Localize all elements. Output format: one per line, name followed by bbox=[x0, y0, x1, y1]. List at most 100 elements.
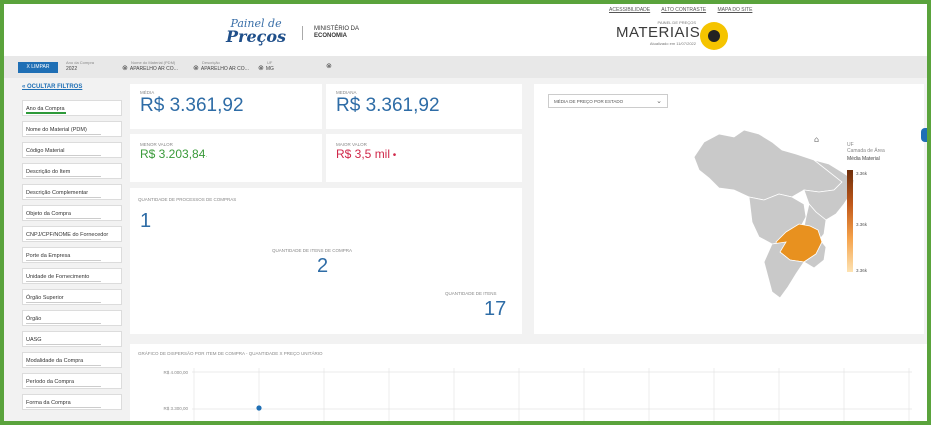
filter-label: CNPJ/CPF/NOME do Fornecedor bbox=[26, 232, 109, 238]
filter-item-fornecedor[interactable]: CNPJ/CPF/NOME do Fornecedor bbox=[22, 226, 122, 242]
filter-chip-uf: UF ⊗ MG bbox=[258, 60, 274, 72]
filter-label: Órgão Superior bbox=[26, 295, 64, 301]
filter-label: Descrição Complementar bbox=[26, 190, 89, 196]
processos-label: QUANTIDADE DE PROCESSOS DE COMPRAS bbox=[138, 197, 237, 202]
materials-icon[interactable] bbox=[700, 22, 728, 50]
mediana-value: R$ 3.361,92 bbox=[336, 95, 440, 116]
filter-label: Órgão bbox=[26, 316, 42, 322]
filter-chip-material: Nome do Material (PDM) ⊗ APARELHO AR CO..… bbox=[122, 60, 178, 72]
filter-item-descricao-item[interactable]: Descrição do Item bbox=[22, 163, 122, 179]
panel-title: MATERIAIS bbox=[616, 24, 701, 41]
filter-chip-description: Descrição ⊗ APARELHO AR CO... bbox=[193, 60, 249, 72]
updated-date: Atualizado em 11/07/2022 bbox=[649, 41, 696, 46]
header: Painel de Preços MINISTÉRIO DA ECONOMIA … bbox=[4, 4, 927, 56]
filter-item-orgao-superior[interactable]: Órgão Superior bbox=[22, 289, 122, 305]
filter-item-objeto-compra[interactable]: Objeto da Compra bbox=[22, 205, 122, 221]
painel-de-precos-logo[interactable]: Painel de Preços bbox=[226, 18, 286, 45]
filter-item-descricao-complementar[interactable]: Descrição Complementar bbox=[22, 184, 122, 200]
ministry-line-2: ECONOMIA bbox=[314, 33, 347, 39]
hide-filters-label: OCULTAR FILTROS bbox=[27, 84, 83, 90]
filter-label: Unidade de Fornecimento bbox=[26, 274, 90, 280]
filters-sidebar: « OCULTAR FILTROS Ano da Compra Nome do … bbox=[22, 84, 122, 415]
legend-min: 3.36k bbox=[856, 268, 868, 273]
add-filter-icon[interactable]: ⊗ bbox=[326, 63, 334, 70]
y-tick-label: R$ 4.000,00 bbox=[163, 370, 188, 375]
vertical-grid bbox=[193, 368, 910, 421]
down-arrow-icon: · bbox=[205, 154, 208, 160]
logo-divider bbox=[302, 26, 303, 40]
filter-label: Forma da Compra bbox=[26, 400, 71, 406]
app-frame: Painel de Preços MINISTÉRIO DA ECONOMIA … bbox=[4, 4, 927, 421]
itens-value: 17 bbox=[484, 298, 507, 320]
legend-metric: Média Material bbox=[847, 156, 880, 162]
processos-value: 1 bbox=[140, 210, 152, 232]
filter-label: Código Material bbox=[26, 148, 65, 154]
remove-chip-icon[interactable]: ⊗ bbox=[122, 65, 128, 72]
hide-filters-link[interactable]: « OCULTAR FILTROS bbox=[22, 84, 122, 94]
chip-value: APARELHO AR CO... bbox=[129, 66, 178, 72]
filter-label: Período da Compra bbox=[26, 379, 74, 385]
up-arrow-icon: • bbox=[390, 150, 397, 161]
brazil-map[interactable]: ⌂ bbox=[664, 112, 864, 312]
itens-compra-label: QUANTIDADE DE ITENS DE COMPRA bbox=[272, 248, 353, 253]
chevron-down-icon: ⌄ bbox=[656, 98, 662, 105]
chip-value: APARELHO AR CO... bbox=[200, 66, 249, 72]
link-high-contrast[interactable]: ALTO CONTRASTE bbox=[661, 7, 706, 13]
scatter-title: GRÁFICO DE DISPERSÃO POR ITEM DE COMPRA … bbox=[138, 351, 323, 356]
menor-valor-value: R$ 3.203,84 bbox=[140, 147, 206, 161]
filter-label: Porte da Empresa bbox=[26, 253, 71, 259]
ministry-line-1: MINISTÉRIO DA bbox=[314, 26, 360, 32]
maior-valor-value: R$ 3,5 mil bbox=[336, 147, 391, 161]
itens-compra-value: 2 bbox=[317, 255, 329, 277]
legend-max: 3.36k bbox=[856, 171, 868, 176]
itens-label: QUANTIDADE DE ITENS bbox=[445, 291, 497, 296]
logo-line-2: Preços bbox=[226, 27, 287, 46]
link-accessibility[interactable]: ACESSIBILIDADE bbox=[609, 7, 650, 13]
card-menor-valor: MENOR VALOR R$ 3.203,84· bbox=[130, 134, 322, 182]
active-filters-bar: X LIMPAR Ano da Compra 2022 Nome do Mate… bbox=[4, 56, 927, 78]
filter-item-modalidade[interactable]: Modalidade da Compra bbox=[22, 352, 122, 368]
side-panel-toggle[interactable] bbox=[921, 128, 927, 142]
filter-item-ano-da-compra[interactable]: Ano da Compra bbox=[22, 100, 122, 116]
legend-layer: Camada de Área bbox=[847, 148, 885, 154]
filter-item-codigo-material[interactable]: Código Material bbox=[22, 142, 122, 158]
legend-gradient bbox=[847, 170, 853, 272]
legend-mid: 3.36k bbox=[856, 222, 868, 227]
filter-item-nome-material[interactable]: Nome do Material (PDM) bbox=[22, 121, 122, 137]
filter-item-forma[interactable]: Forma da Compra bbox=[22, 394, 122, 410]
filter-label: Nome do Material (PDM) bbox=[26, 127, 87, 133]
card-mediana: MEDIANA R$ 3.361,92 bbox=[326, 84, 522, 129]
card-map: MÉDIA DE PREÇO POR ESTADO ⌄ ⌂ UF Camada … bbox=[534, 84, 924, 334]
card-maior-valor: MAIOR VALOR R$ 3,5 mil • bbox=[326, 134, 522, 182]
map-metric-dropdown[interactable]: MÉDIA DE PREÇO POR ESTADO ⌄ bbox=[548, 94, 668, 108]
y-tick-label: R$ 3.300,00 bbox=[163, 406, 188, 411]
dropdown-label: MÉDIA DE PREÇO POR ESTADO bbox=[554, 99, 624, 104]
filter-item-orgao[interactable]: Órgão bbox=[22, 310, 122, 326]
filter-label: Objeto da Compra bbox=[26, 211, 71, 217]
link-site-map[interactable]: MAPA DO SITE bbox=[717, 7, 752, 13]
remove-chip-icon[interactable]: ⊗ bbox=[258, 65, 264, 72]
filter-chip-year: Ano da Compra 2022 bbox=[66, 60, 94, 72]
ministry-label: MINISTÉRIO DA ECONOMIA bbox=[314, 26, 359, 40]
chip-value: MG bbox=[265, 66, 274, 72]
card-media: MÉDIA R$ 3.361,92 bbox=[130, 84, 322, 129]
filter-label: Modalidade da Compra bbox=[26, 358, 84, 364]
clear-filters-button[interactable]: X LIMPAR bbox=[18, 62, 58, 73]
chip-value: 2022 bbox=[66, 66, 78, 72]
media-value: R$ 3.361,92 bbox=[140, 95, 244, 116]
scatter-point[interactable] bbox=[256, 405, 262, 411]
scatter-plot[interactable] bbox=[192, 368, 912, 421]
filter-item-uasg[interactable]: UASG bbox=[22, 331, 122, 347]
map-legend: UF Camada de Área Média Material bbox=[847, 142, 885, 162]
remove-chip-icon[interactable]: ⊗ bbox=[193, 65, 199, 72]
home-icon[interactable]: ⌂ bbox=[814, 135, 819, 144]
filter-item-periodo[interactable]: Período da Compra bbox=[22, 373, 122, 389]
panel-name: PAINEL DE PREÇOS MATERIAIS Atualizado em… bbox=[616, 20, 701, 46]
top-links: ACESSIBILIDADE ALTO CONTRASTE MAPA DO SI… bbox=[609, 7, 762, 13]
filter-label: UASG bbox=[26, 337, 42, 343]
filter-label: Descrição do Item bbox=[26, 169, 71, 175]
filter-item-unidade-fornecimento[interactable]: Unidade de Fornecimento bbox=[22, 268, 122, 284]
filter-item-porte-empresa[interactable]: Porte da Empresa bbox=[22, 247, 122, 263]
card-quantidades: QUANTIDADE DE PROCESSOS DE COMPRAS 1 QUA… bbox=[130, 188, 522, 334]
card-scatter: GRÁFICO DE DISPERSÃO POR ITEM DE COMPRA … bbox=[130, 344, 927, 421]
